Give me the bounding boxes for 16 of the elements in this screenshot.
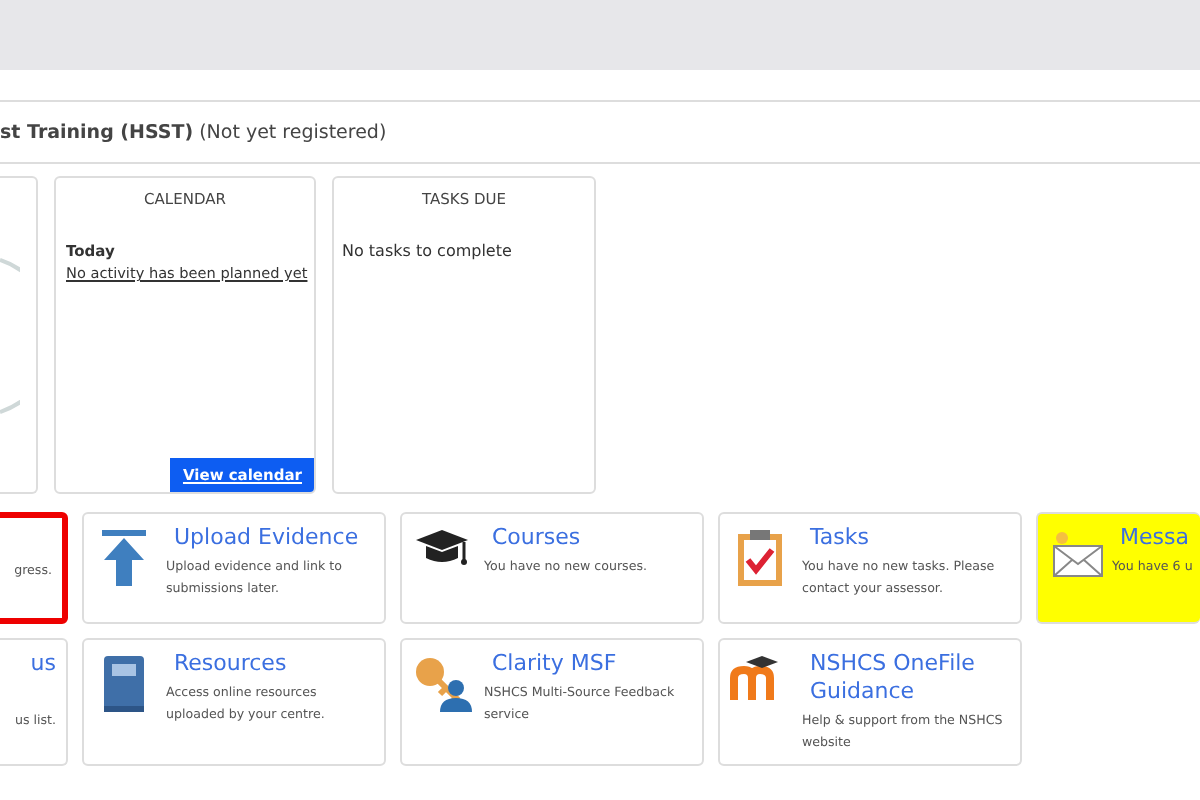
- tile-title: Upload Evidence: [174, 524, 361, 552]
- tile-title: Courses: [492, 524, 583, 552]
- upload-arrow-icon: [100, 528, 148, 588]
- tile-title: us: [28, 650, 56, 678]
- clipboard-check-icon: [736, 528, 784, 588]
- tile-title: Clarity MSF: [492, 650, 619, 678]
- book-icon: [102, 654, 146, 714]
- programme-title: st Training (HSST) (Not yet registered): [0, 121, 387, 143]
- tile-title: NSHCS OneFile Guidance: [810, 650, 977, 706]
- tile-title: Tasks: [810, 524, 871, 552]
- tile-title: Resources: [174, 650, 289, 678]
- tasks-message: No tasks to complete: [342, 242, 514, 260]
- tile-title: Messa: [1120, 524, 1191, 552]
- graduation-cap-icon: [414, 528, 470, 568]
- envelope-icon: [1052, 528, 1104, 580]
- key-user-icon: [412, 654, 472, 714]
